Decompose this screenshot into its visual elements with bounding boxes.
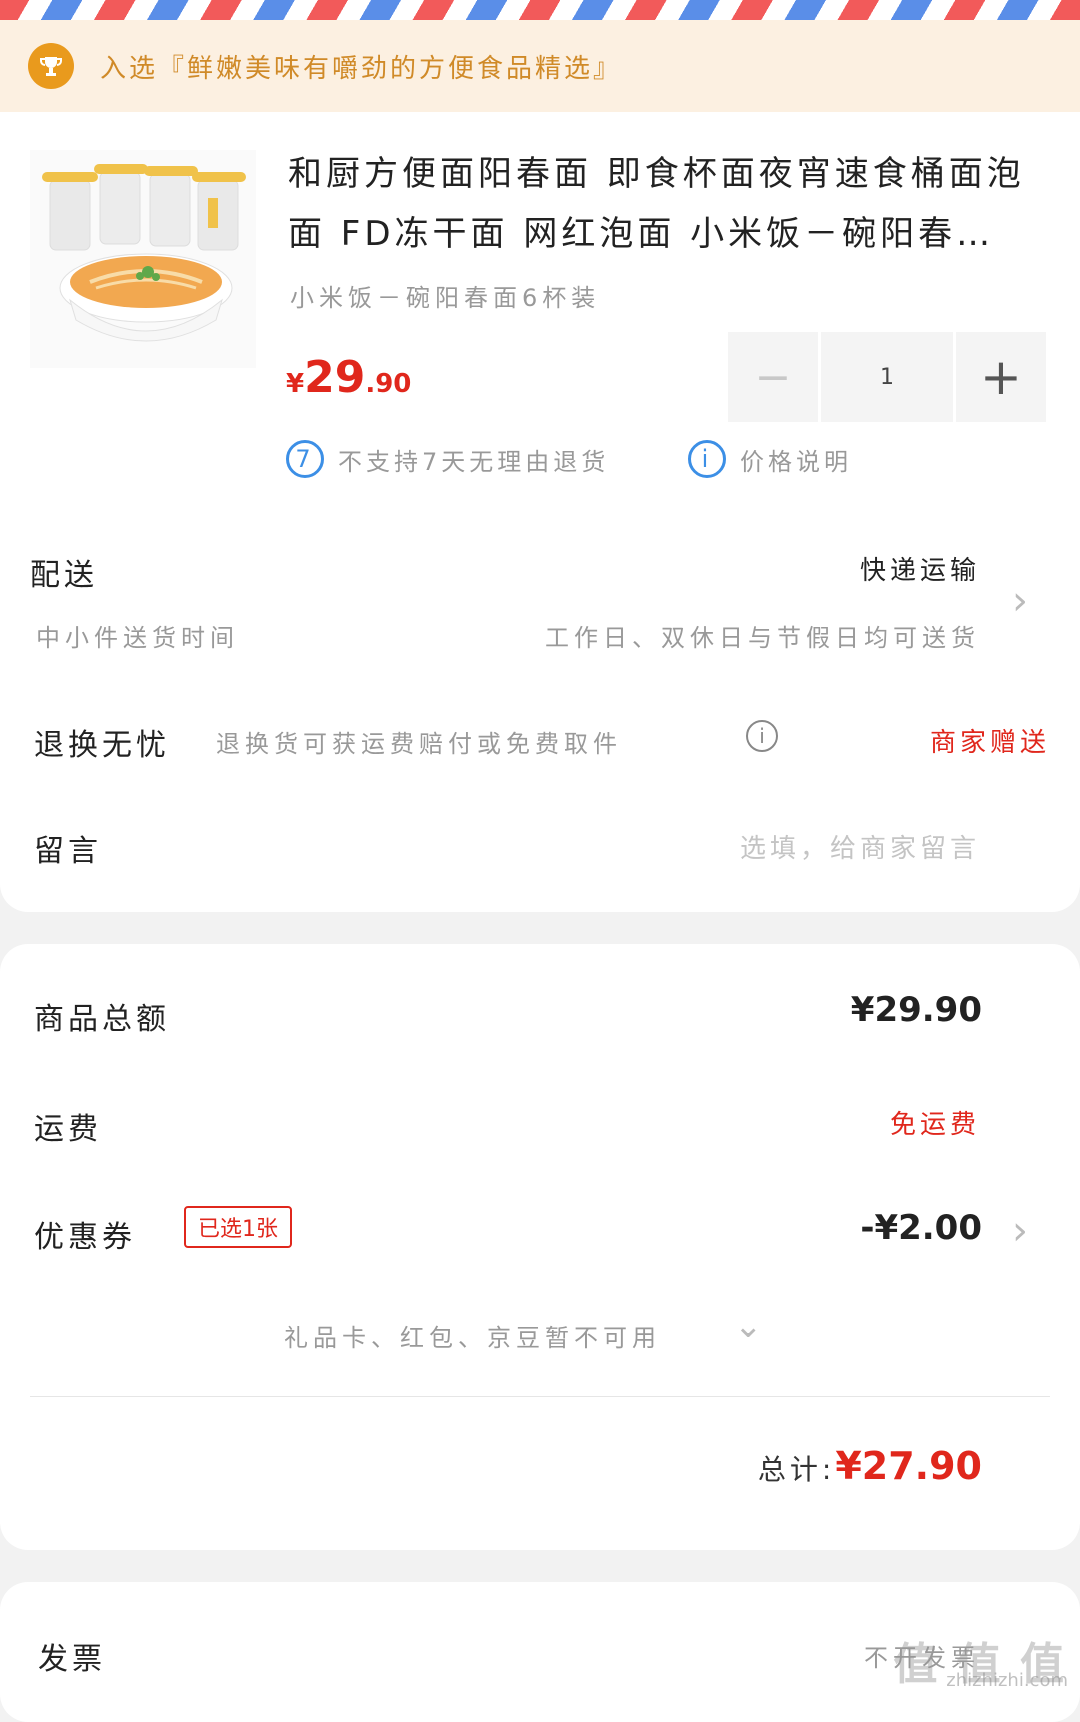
watermark-url: zhizhizhi.com: [946, 1670, 1068, 1691]
delivery-time-value: 工作日、双休日与节假日均可送货: [545, 624, 980, 652]
trophy-icon: [28, 43, 74, 89]
quantity-stepper: − 1 +: [728, 332, 1046, 422]
return-service-label: 退换无忧: [34, 728, 170, 763]
chevron-right-icon[interactable]: ›: [1012, 1208, 1028, 1254]
total-label: 总计:: [757, 1453, 836, 1486]
chevron-right-icon[interactable]: ›: [1012, 578, 1028, 624]
product-image[interactable]: [30, 150, 256, 368]
price-decimal: .90: [365, 369, 412, 399]
message-label: 留言: [34, 834, 102, 869]
quantity-value[interactable]: 1: [821, 332, 953, 422]
coupon-discount-value[interactable]: -¥2.00: [860, 1208, 982, 1248]
increase-quantity-button[interactable]: +: [956, 332, 1046, 422]
delivery-time-label: 中小件送货时间: [36, 624, 239, 652]
ranking-banner[interactable]: 入选『鲜嫩美味有嚼劲的方便食品精选』: [0, 20, 1080, 112]
no-return-icon: 7: [286, 440, 324, 478]
order-total: 总计: ¥27.90: [758, 1444, 982, 1488]
total-value: ¥27.90: [835, 1444, 982, 1488]
decrease-quantity-button[interactable]: −: [728, 332, 818, 422]
price-explanation-text: 价格说明: [740, 447, 852, 476]
no-return-notice[interactable]: 7 不支持7天无理由退货: [286, 440, 609, 478]
return-service-desc: 退换货可获运费赔付或免费取件: [216, 730, 622, 758]
price-integer: 29: [304, 352, 366, 403]
no-return-text: 不支持7天无理由退货: [338, 447, 610, 476]
price-currency: ¥: [286, 369, 305, 399]
delivery-label: 配送: [30, 558, 98, 593]
product-title[interactable]: 和厨方便面阳春面 即食杯面夜宵速食桶面泡面 FD冻干面 网红泡面 小米饭－碗阳春…: [288, 144, 1028, 264]
goods-total-value: ¥29.90: [850, 990, 982, 1030]
unavailable-notice[interactable]: 礼品卡、红包、京豆暂不可用: [284, 1318, 661, 1353]
invoice-label: 发票: [38, 1642, 106, 1677]
return-info-icon[interactable]: i: [746, 720, 778, 752]
coupon-selected-tag[interactable]: 已选1张: [184, 1206, 292, 1248]
return-service-value: 商家赠送: [929, 728, 1050, 758]
divider: [30, 1396, 1050, 1397]
product-price: ¥29.90: [286, 352, 411, 403]
product-sku[interactable]: 小米饭－碗阳春面6杯装: [290, 278, 600, 313]
info-icon: i: [688, 440, 726, 478]
airmail-stripe-decoration: [0, 0, 1080, 20]
coupon-label: 优惠券: [34, 1220, 136, 1255]
shipping-label: 运费: [34, 1112, 102, 1147]
delivery-method[interactable]: 快递运输: [860, 550, 980, 587]
shipping-value: 免运费: [889, 1110, 980, 1140]
goods-total-label: 商品总额: [34, 1002, 170, 1037]
chevron-down-icon[interactable]: ⌄: [734, 1306, 763, 1346]
price-explanation-link[interactable]: i 价格说明: [688, 440, 852, 478]
banner-text: 入选『鲜嫩美味有嚼劲的方便食品精选』: [100, 53, 623, 84]
message-input[interactable]: 选填，给商家留言: [740, 828, 980, 865]
